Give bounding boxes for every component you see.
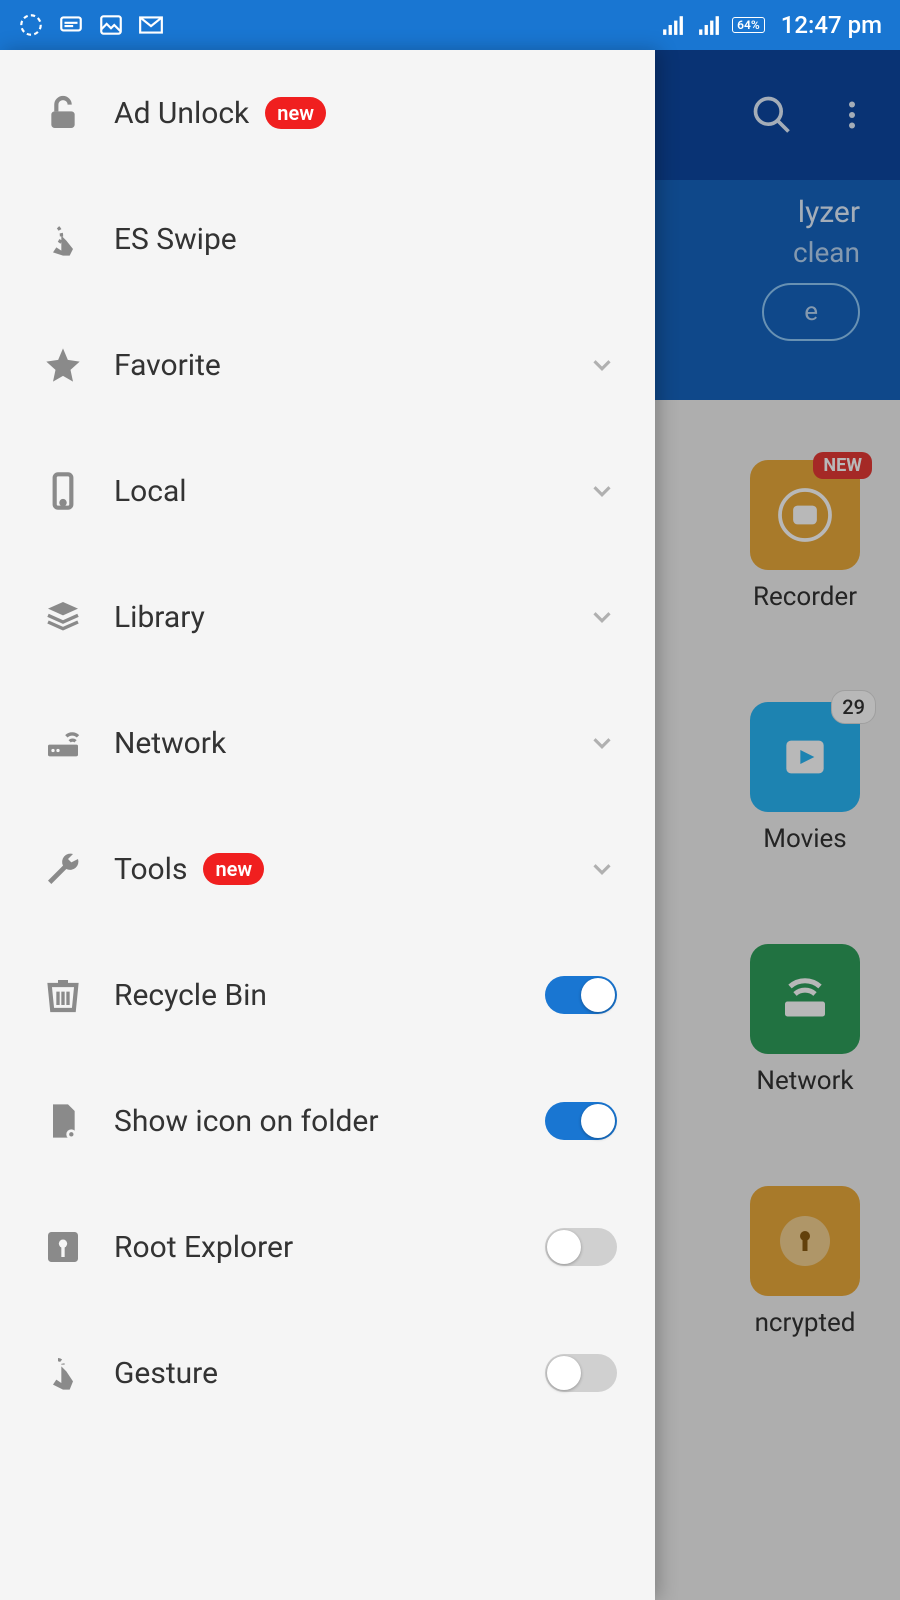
- new-badge: new: [265, 97, 326, 129]
- drawer-item-label: ES Swipe: [114, 222, 237, 257]
- wrench-icon: [42, 848, 84, 890]
- chevron-down-icon: [587, 350, 617, 380]
- image-icon: [98, 12, 124, 38]
- star-icon: [42, 344, 84, 386]
- toggle-root-explorer[interactable]: [545, 1228, 617, 1266]
- drawer-item-label: Library: [114, 600, 205, 635]
- drawer-item-label: Ad Unlock: [114, 96, 249, 131]
- notification-ring-icon: [18, 12, 44, 38]
- drawer-item-recycle-bin[interactable]: Recycle Bin: [0, 932, 655, 1058]
- clock: 12:47 pm: [781, 11, 882, 39]
- toggle-show-icon[interactable]: [545, 1102, 617, 1140]
- key-square-icon: [42, 1226, 84, 1268]
- drawer-item-label: Show icon on folder: [114, 1104, 379, 1139]
- message-icon: [58, 12, 84, 38]
- drawer-item-label: Tools: [114, 852, 187, 887]
- drawer-item-label: Network: [114, 726, 226, 761]
- status-left: [18, 12, 164, 38]
- swipe-icon: [42, 218, 84, 260]
- drawer-item-label: Root Explorer: [114, 1230, 293, 1265]
- drawer-item-show-icon[interactable]: Show icon on folder: [0, 1058, 655, 1184]
- signal-1-icon: [660, 12, 686, 38]
- drawer-item-favorite[interactable]: Favorite: [0, 302, 655, 428]
- drawer-item-tools[interactable]: Tools new: [0, 806, 655, 932]
- drawer-item-es-swipe[interactable]: ES Swipe: [0, 176, 655, 302]
- toggle-recycle-bin[interactable]: [545, 976, 617, 1014]
- toggle-gesture[interactable]: [545, 1354, 617, 1392]
- drawer-item-root-explorer[interactable]: Root Explorer: [0, 1184, 655, 1310]
- drawer-item-label: Gesture: [114, 1356, 218, 1391]
- navigation-drawer: Ad Unlock new ES Swipe Favorite Local: [0, 50, 655, 1600]
- drawer-item-network[interactable]: Network: [0, 680, 655, 806]
- drawer-item-local[interactable]: Local: [0, 428, 655, 554]
- new-badge: new: [203, 853, 264, 885]
- drawer-item-library[interactable]: Library: [0, 554, 655, 680]
- chevron-down-icon: [587, 854, 617, 884]
- chevron-down-icon: [587, 728, 617, 758]
- phone-icon: [42, 470, 84, 512]
- mail-icon: [138, 12, 164, 38]
- drawer-item-gesture[interactable]: Gesture: [0, 1310, 655, 1436]
- lock-open-icon: [42, 92, 84, 134]
- drawer-item-label: Favorite: [114, 348, 221, 383]
- gesture-icon: [42, 1352, 84, 1394]
- chevron-down-icon: [587, 476, 617, 506]
- router-icon: [42, 722, 84, 764]
- drawer-item-label: Local: [114, 474, 187, 509]
- layers-icon: [42, 596, 84, 638]
- status-bar: 64% 12:47 pm: [0, 0, 900, 50]
- battery-indicator: 64%: [732, 17, 765, 33]
- drawer-item-ad-unlock[interactable]: Ad Unlock new: [0, 50, 655, 176]
- trash-icon: [42, 974, 84, 1016]
- status-right: 64% 12:47 pm: [660, 11, 882, 39]
- signal-2-icon: [696, 12, 722, 38]
- file-eye-icon: [42, 1100, 84, 1142]
- drawer-item-label: Recycle Bin: [114, 978, 267, 1013]
- chevron-down-icon: [587, 602, 617, 632]
